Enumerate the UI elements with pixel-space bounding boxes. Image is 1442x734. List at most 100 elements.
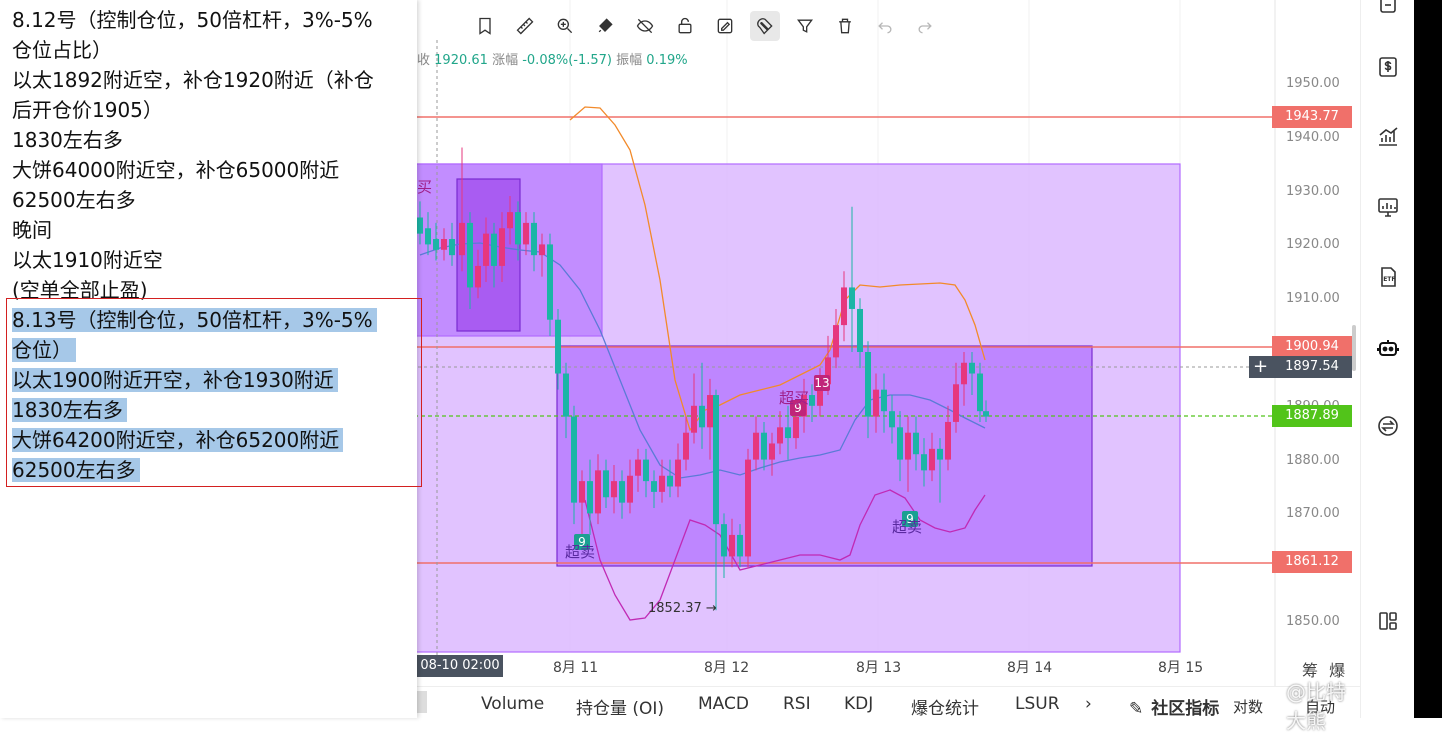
tab-scroll-handle[interactable] <box>417 691 427 713</box>
edit-icon[interactable] <box>710 11 740 41</box>
crosshair-add-icon[interactable]: + <box>1249 356 1272 378</box>
filter-icon[interactable] <box>790 11 820 41</box>
candle-body <box>729 534 735 557</box>
note-line: 1830左右多 <box>12 128 123 152</box>
candle-body <box>587 481 593 514</box>
note-line: 仓位占比） <box>12 38 112 62</box>
magnet-icon[interactable] <box>750 11 780 41</box>
time-axis-label: 8月 14 <box>1007 660 1053 676</box>
redo-icon[interactable] <box>910 11 940 41</box>
candle-body <box>857 308 863 352</box>
price-tag: 1887.89 <box>1272 405 1352 427</box>
time-axis-label: 8月 12 <box>704 660 750 676</box>
candle-body <box>865 352 871 417</box>
price-tag: 1897.54 <box>1272 356 1352 378</box>
swap-icon[interactable] <box>1375 413 1401 439</box>
indicator-tab[interactable]: MACD <box>698 694 749 714</box>
candle-body <box>499 228 505 266</box>
candle-body <box>417 217 423 234</box>
price-tag: 1900.94 <box>1272 336 1352 358</box>
amplitude-value: 0.19% <box>646 53 688 68</box>
undo-icon[interactable] <box>870 11 900 41</box>
indicator-tab[interactable]: LSUR <box>1015 694 1060 714</box>
candle-body <box>611 481 617 498</box>
candle-body <box>555 319 561 374</box>
candle-body <box>841 287 847 326</box>
zoom-in-icon[interactable] <box>550 11 580 41</box>
candle-body <box>983 411 989 417</box>
td-buy-marker-13-label: 13 <box>814 376 829 390</box>
note-line: 以太1892附近空，补仓1920附近（补仓 <box>12 68 374 92</box>
candle-body <box>507 212 513 229</box>
note-line: 晚间 <box>12 218 52 242</box>
candle-body <box>491 233 497 266</box>
candle-body <box>563 373 569 417</box>
community-icon: ✎ <box>1129 699 1144 719</box>
indicator-tab[interactable]: RSI <box>783 694 811 714</box>
note-line: 8.12号（控制仓位，50倍杠杆，3%-5% <box>12 8 373 32</box>
overbought-label: 超买 <box>779 389 809 407</box>
robot-icon[interactable] <box>1375 335 1401 361</box>
price-axis-label: 1930.00 <box>1286 183 1340 199</box>
indicator-tab[interactable]: Volume <box>481 694 544 714</box>
note-line: 以太1910附近空 <box>12 248 163 272</box>
time-axis-label: 8月 13 <box>856 660 902 676</box>
candle-body <box>475 265 481 288</box>
price-axis-label: 1880.00 <box>1286 452 1340 468</box>
bar-chart-icon[interactable] <box>1375 124 1401 150</box>
candle-body <box>459 222 465 256</box>
candle-body <box>699 405 705 428</box>
candle-body <box>889 411 895 428</box>
note-line: 大饼64000附近空，补仓65000附近 <box>12 158 340 182</box>
indicator-tab[interactable]: 持仓量 (OI) <box>576 694 664 719</box>
community-indicator-button[interactable]: ✎ 社区指标 <box>1129 694 1219 719</box>
close-prefix: 收 <box>417 53 431 68</box>
monitor-chart-icon[interactable] <box>1375 194 1401 220</box>
candle-body <box>753 432 759 460</box>
candle-body <box>667 475 673 487</box>
candle-body <box>595 470 601 514</box>
eye-off-icon[interactable] <box>630 11 660 41</box>
candle-body <box>873 389 879 417</box>
candle-body <box>929 448 935 471</box>
price-axis-label: 1870.00 <box>1286 506 1340 522</box>
candle-body <box>571 416 577 503</box>
watermark: @比特大熊 <box>1286 680 1346 733</box>
trash-icon[interactable] <box>830 11 860 41</box>
candle-body <box>539 244 545 256</box>
candle-body <box>921 454 927 471</box>
candle-body <box>961 362 967 385</box>
oversold-label: 超卖 <box>565 543 595 561</box>
lock-icon[interactable] <box>670 11 700 41</box>
buy-signal-label: 买 <box>417 178 432 196</box>
candle-body <box>945 421 951 460</box>
window-edge <box>1414 0 1442 718</box>
bookmark-icon[interactable] <box>470 11 500 41</box>
candle-body <box>651 481 657 492</box>
ruler-icon[interactable] <box>510 11 540 41</box>
dollar-doc-icon[interactable] <box>1375 54 1401 80</box>
indicator-tab[interactable]: 爆仓统计 <box>911 694 979 719</box>
sidebar-collapse-handle[interactable] <box>1352 325 1356 371</box>
indicator-tab[interactable]: › <box>1085 694 1092 714</box>
candle-body <box>467 222 473 288</box>
candle-body <box>793 416 799 439</box>
candle-body <box>579 481 585 503</box>
indicator-tab[interactable]: KDJ <box>844 694 873 714</box>
candle-body <box>897 427 903 460</box>
candle-body <box>881 389 887 412</box>
etf-icon[interactable]: ETF <box>1375 264 1401 290</box>
candle-body <box>531 222 537 256</box>
note-line: 后开仓价1905） <box>12 98 163 122</box>
candle-body <box>523 222 529 245</box>
oversold-label-2: 超卖 <box>892 518 922 536</box>
calendar-icon[interactable] <box>1375 0 1401 18</box>
brush-icon[interactable] <box>590 11 620 41</box>
notes-panel[interactable]: 8.12号（控制仓位，50倍杠杆，3%-5% 仓位占比） 以太1892附近空，补仓1… <box>0 0 422 718</box>
change-value: -0.08%(-1.57) <box>522 53 612 68</box>
log-scale-toggle[interactable]: 对数 <box>1233 696 1263 717</box>
layout-icon[interactable] <box>1375 608 1401 634</box>
candle-body <box>627 475 633 503</box>
price-axis-label: 1950.00 <box>1286 76 1340 91</box>
candle-body <box>425 228 431 245</box>
